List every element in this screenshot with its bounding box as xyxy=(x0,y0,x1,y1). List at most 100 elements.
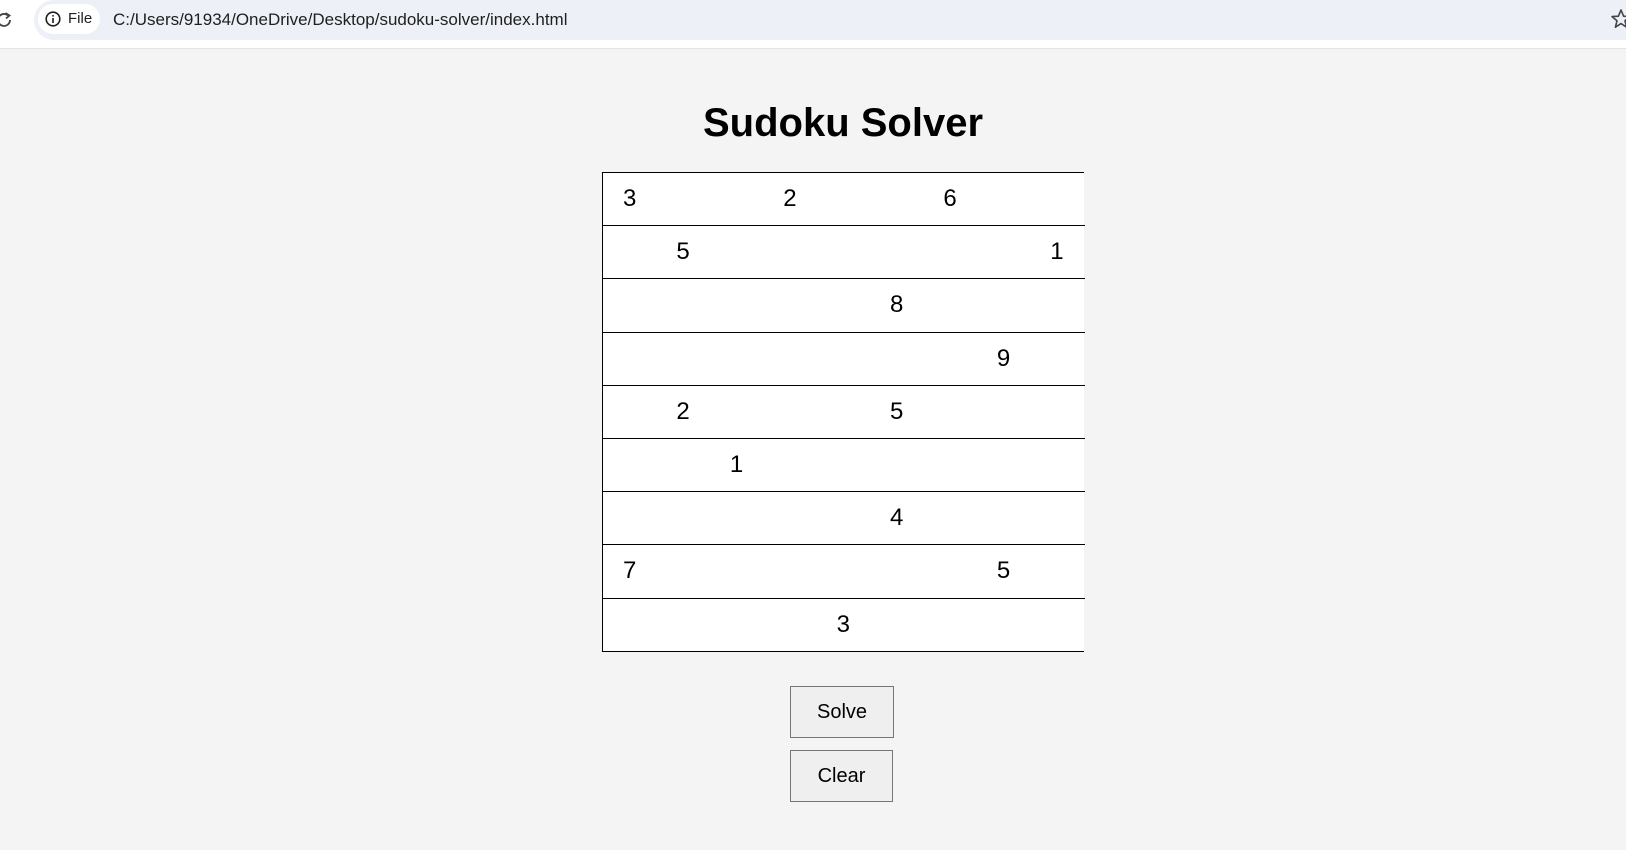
grid-cell[interactable] xyxy=(710,599,763,651)
grid-cell[interactable] xyxy=(763,492,816,544)
grid-cell[interactable]: 2 xyxy=(763,173,816,225)
grid-cell[interactable] xyxy=(603,386,656,438)
grid-row: 8 xyxy=(603,279,1085,333)
grid-row: 1 xyxy=(603,439,1085,493)
grid-cell[interactable] xyxy=(1030,545,1083,597)
grid-cell[interactable] xyxy=(817,386,870,438)
grid-cell[interactable] xyxy=(710,386,763,438)
grid-cell[interactable] xyxy=(817,439,870,491)
grid-cell[interactable] xyxy=(656,599,709,651)
grid-cell[interactable] xyxy=(763,439,816,491)
grid-cell[interactable] xyxy=(763,599,816,651)
grid-cell[interactable]: 7 xyxy=(603,545,656,597)
grid-cell[interactable] xyxy=(603,599,656,651)
grid-cell[interactable] xyxy=(817,279,870,331)
grid-cell[interactable] xyxy=(870,439,923,491)
grid-cell[interactable] xyxy=(603,333,656,385)
grid-row: 3 xyxy=(603,599,1085,652)
grid-cell[interactable] xyxy=(977,279,1030,331)
grid-cell[interactable]: 4 xyxy=(870,492,923,544)
grid-cell[interactable]: 5 xyxy=(656,226,709,278)
grid-cell[interactable] xyxy=(603,439,656,491)
grid-cell[interactable] xyxy=(710,545,763,597)
grid-cell[interactable] xyxy=(710,173,763,225)
site-chip-label: File xyxy=(68,10,93,27)
grid-cell[interactable] xyxy=(656,333,709,385)
grid-cell[interactable] xyxy=(710,226,763,278)
grid-cell[interactable] xyxy=(710,279,763,331)
grid-cell[interactable] xyxy=(923,492,976,544)
grid-cell[interactable] xyxy=(763,386,816,438)
grid-cell[interactable] xyxy=(656,439,709,491)
grid-cell[interactable] xyxy=(923,545,976,597)
grid-cell[interactable] xyxy=(977,439,1030,491)
grid-cell[interactable] xyxy=(656,173,709,225)
grid-cell[interactable] xyxy=(870,226,923,278)
grid-cell[interactable]: 5 xyxy=(870,386,923,438)
grid-cell[interactable]: 8 xyxy=(870,279,923,331)
grid-cell[interactable] xyxy=(923,226,976,278)
grid-cell[interactable] xyxy=(603,279,656,331)
grid-cell[interactable]: 2 xyxy=(656,386,709,438)
grid-cell[interactable] xyxy=(817,226,870,278)
grid-cell[interactable] xyxy=(977,226,1030,278)
grid-row: 9 xyxy=(603,333,1085,386)
grid-cell[interactable] xyxy=(656,492,709,544)
grid-cell[interactable] xyxy=(1030,173,1083,225)
grid-cell[interactable] xyxy=(710,492,763,544)
grid-cell[interactable]: 3 xyxy=(817,599,870,651)
grid-cell[interactable] xyxy=(763,545,816,597)
grid-cell[interactable] xyxy=(656,279,709,331)
grid-cell[interactable] xyxy=(710,333,763,385)
bookmark-star-icon[interactable] xyxy=(1610,8,1626,30)
grid-cell[interactable] xyxy=(923,333,976,385)
grid-cell[interactable] xyxy=(817,545,870,597)
grid-row: 4 xyxy=(603,492,1085,546)
grid-cell[interactable] xyxy=(923,439,976,491)
page-title: Sudoku Solver xyxy=(702,101,984,145)
grid-cell[interactable] xyxy=(870,545,923,597)
grid-cell[interactable]: 1 xyxy=(710,439,763,491)
grid-cell[interactable] xyxy=(817,492,870,544)
solve-button[interactable]: Solve xyxy=(790,686,894,738)
grid-row: 3 2 6 xyxy=(603,173,1085,227)
grid-cell[interactable] xyxy=(1030,599,1083,651)
grid-cell[interactable] xyxy=(763,333,816,385)
grid-row: 51 xyxy=(603,226,1085,280)
grid-row: 75 xyxy=(603,545,1085,599)
grid-cell[interactable] xyxy=(923,279,976,331)
grid-cell[interactable] xyxy=(1030,492,1083,544)
grid-cell[interactable] xyxy=(1030,439,1083,491)
grid-cell[interactable] xyxy=(763,279,816,331)
grid-cell[interactable] xyxy=(603,492,656,544)
grid-cell[interactable] xyxy=(1030,333,1083,385)
grid-cell[interactable] xyxy=(923,599,976,651)
grid-cell[interactable] xyxy=(977,386,1030,438)
grid-cell[interactable] xyxy=(870,333,923,385)
grid-cell[interactable] xyxy=(977,492,1030,544)
grid-cell[interactable] xyxy=(977,599,1030,651)
info-icon xyxy=(45,11,61,27)
grid-cell[interactable] xyxy=(603,226,656,278)
grid-cell[interactable] xyxy=(817,173,870,225)
grid-cell[interactable] xyxy=(870,599,923,651)
grid-cell[interactable] xyxy=(763,226,816,278)
clear-button[interactable]: Clear xyxy=(790,750,893,802)
grid-cell[interactable] xyxy=(817,333,870,385)
browser-toolbar: File C:/Users/91934/OneDrive/Desktop/sud… xyxy=(0,0,1626,49)
grid-row: 25 xyxy=(603,386,1085,439)
sudoku-grid: 32651892514753 xyxy=(602,172,1085,652)
grid-cell[interactable] xyxy=(1030,386,1083,438)
reload-icon[interactable] xyxy=(0,10,14,30)
grid-cell[interactable] xyxy=(870,173,923,225)
grid-cell[interactable] xyxy=(923,386,976,438)
url-text[interactable]: C:/Users/91934/OneDrive/Desktop/sudoku-s… xyxy=(113,10,567,30)
grid-cell[interactable]: 5 xyxy=(977,545,1030,597)
grid-cell[interactable]: 1 xyxy=(1030,226,1083,278)
grid-cell[interactable]: 9 xyxy=(977,333,1030,385)
grid-cell[interactable] xyxy=(977,173,1030,225)
grid-cell[interactable] xyxy=(1030,279,1083,331)
grid-cell[interactable]: 3 xyxy=(603,173,656,225)
grid-cell[interactable] xyxy=(656,545,709,597)
grid-cell[interactable]: 6 xyxy=(923,173,976,225)
